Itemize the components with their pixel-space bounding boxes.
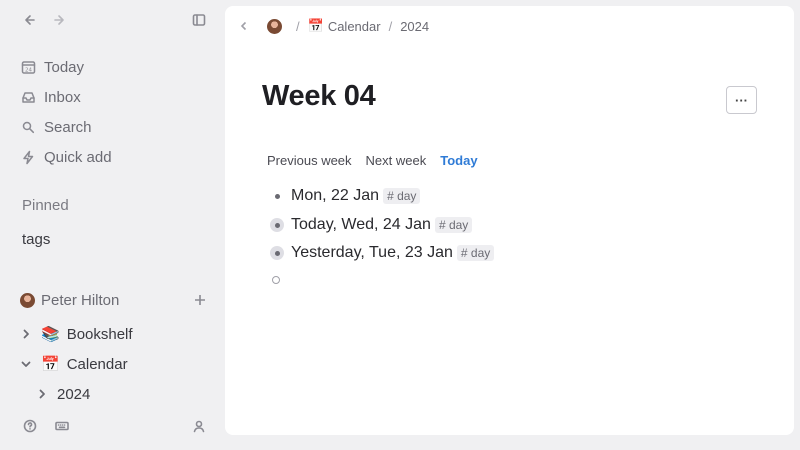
add-page-button[interactable]	[190, 290, 210, 310]
sidebar-bottom-bar	[20, 416, 205, 436]
previous-week-link[interactable]: Previous week	[267, 153, 352, 168]
collapsed-bullet-icon[interactable]	[270, 218, 284, 232]
sidebar-top-nav	[20, 10, 206, 30]
main-panel: / 📅 Calendar / 2024 Week 04 ··· Previous…	[225, 6, 794, 435]
list-item[interactable]: Yesterday, Tue, 23 Jan # day	[270, 242, 495, 264]
list-item-text[interactable]: Mon, 22 Jan	[291, 187, 379, 205]
next-week-link[interactable]: Next week	[366, 153, 427, 168]
search-icon	[20, 119, 36, 135]
week-navigation: Previous week Next week Today	[267, 153, 492, 168]
calendar-emoji-icon: 📅	[307, 18, 324, 34]
tree-item-calendar[interactable]: 📅 Calendar	[20, 353, 128, 375]
tree-item-label: Calendar	[66, 355, 128, 373]
more-options-button[interactable]: ···	[726, 86, 757, 114]
bullet-icon[interactable]	[270, 189, 284, 203]
breadcrumb-separator: /	[296, 18, 300, 34]
breadcrumb-calendar[interactable]: 📅 Calendar	[308, 19, 381, 34]
list-item[interactable]: Mon, 22 Jan # day	[270, 185, 421, 207]
tree-item-bookshelf[interactable]: 📚 Bookshelf	[20, 323, 133, 345]
chevron-right-icon[interactable]	[36, 388, 48, 400]
tree-item-label: 2024	[57, 385, 91, 403]
breadcrumb: / 📅 Calendar / 2024	[237, 16, 429, 36]
calendar-emoji-icon: 📅	[41, 355, 60, 373]
plus-icon	[195, 295, 205, 305]
breadcrumb-2024[interactable]: 2024	[400, 19, 429, 34]
list-item[interactable]: Today, Wed, 24 Jan # day	[270, 214, 473, 236]
collapsed-bullet-icon[interactable]	[270, 246, 284, 260]
svg-text:24: 24	[25, 67, 32, 73]
keyboard-icon[interactable]	[52, 416, 72, 436]
pinned-heading: Pinned	[22, 197, 69, 214]
tree-item-label: Bookshelf	[66, 325, 133, 343]
list-item-text[interactable]: Today, Wed, 24 Jan	[291, 216, 431, 234]
nav-inbox[interactable]: Inbox	[20, 86, 81, 108]
calendar-date-icon: 24	[20, 59, 36, 75]
today-link[interactable]: Today	[440, 153, 477, 168]
sidebar: 24 Today Inbox Search Quick add Pinned t…	[0, 0, 225, 450]
tag-badge[interactable]: # day	[456, 245, 495, 261]
lightning-icon	[20, 149, 36, 165]
nav-inbox-label: Inbox	[44, 88, 81, 106]
breadcrumb-label: Calendar	[327, 18, 381, 34]
toggle-sidebar-icon[interactable]	[189, 10, 209, 30]
list-item-text[interactable]: Yesterday, Tue, 23 Jan	[291, 244, 453, 262]
books-emoji-icon: 📚	[41, 325, 60, 343]
avatar	[20, 292, 35, 308]
user-account-icon[interactable]	[189, 416, 209, 436]
user-name: Peter Hilton	[41, 291, 120, 309]
nav-quick-add-label: Quick add	[44, 148, 112, 166]
nav-today[interactable]: 24 Today	[20, 56, 84, 78]
breadcrumb-avatar[interactable]	[267, 18, 282, 34]
empty-bullet-icon[interactable]	[272, 276, 280, 284]
inbox-icon	[20, 89, 36, 105]
tags-link[interactable]: tags	[22, 231, 50, 248]
tree-item-2024[interactable]: 2024	[36, 383, 90, 405]
nav-today-label: Today	[44, 58, 85, 76]
nav-search-label: Search	[44, 118, 92, 136]
forward-arrow-icon[interactable]	[49, 10, 69, 30]
tag-badge[interactable]: # day	[383, 188, 421, 204]
back-arrow-icon[interactable]	[20, 10, 40, 30]
chevron-down-icon[interactable]	[20, 358, 32, 370]
help-icon[interactable]	[20, 416, 40, 436]
breadcrumb-separator: /	[388, 18, 393, 34]
chevron-right-icon[interactable]	[20, 328, 32, 340]
tag-badge[interactable]: # day	[434, 217, 473, 233]
nav-quick-add[interactable]: Quick add	[20, 146, 112, 168]
page-title: Week 04	[262, 80, 376, 112]
chevron-left-icon[interactable]	[237, 19, 251, 33]
nav-search[interactable]: Search	[20, 116, 92, 138]
user-row[interactable]: Peter Hilton	[20, 290, 210, 310]
